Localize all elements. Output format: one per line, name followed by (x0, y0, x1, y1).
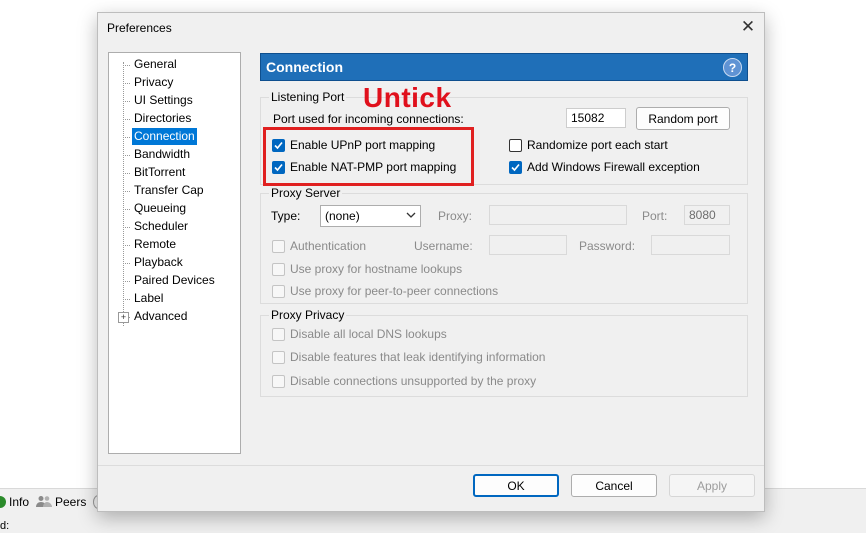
randomize-port-checkbox[interactable]: Randomize port each start (509, 138, 668, 152)
dialog-footer (98, 466, 764, 511)
checkmark-icon (509, 160, 522, 174)
tree-item-advanced[interactable]: Advanced (132, 308, 189, 325)
hostname-lookup-checkbox[interactable]: Use proxy for hostname lookups (272, 262, 462, 276)
tree-item-privacy[interactable]: Privacy (132, 74, 175, 91)
proxy-type-value: (none) (325, 209, 360, 223)
checkmark-icon (509, 138, 522, 152)
hostname-lookup-label: Use proxy for hostname lookups (290, 262, 463, 276)
disable-dns-label: Disable all local DNS lookups (290, 327, 447, 341)
tree-connector-line (123, 245, 130, 246)
password-label: Password: (579, 239, 636, 253)
proxy-port-input[interactable]: 8080 (684, 205, 730, 225)
tree-item-label[interactable]: Label (132, 290, 165, 307)
disable-leak-checkbox[interactable]: Disable features that leak identifying i… (272, 350, 545, 364)
listening-port-group-label: Listening Port (269, 90, 347, 104)
tree-connector-line (123, 281, 130, 282)
tree-item-bandwidth[interactable]: Bandwidth (132, 146, 192, 163)
tree-item-playback[interactable]: Playback (132, 254, 185, 271)
tree-item-scheduler[interactable]: Scheduler (132, 218, 190, 235)
tab-peers-label: Peers (55, 495, 87, 509)
authentication-checkbox[interactable]: Authentication (272, 239, 366, 253)
section-title: Connection (266, 59, 343, 75)
tree-connector-line (123, 263, 130, 264)
tree-item-directories[interactable]: Directories (132, 110, 193, 127)
proxy-host-label: Proxy: (438, 209, 473, 223)
tree-connector-line (123, 173, 130, 174)
tree-item-general[interactable]: General (132, 56, 179, 73)
tree-connector-line (123, 227, 130, 228)
info-icon (0, 496, 6, 508)
checkbox-box (272, 350, 285, 364)
tree-item-remote[interactable]: Remote (132, 236, 178, 253)
tree-connector-line (123, 101, 130, 102)
username-label: Username: (414, 239, 473, 253)
proxy-server-group-label: Proxy Server (269, 186, 343, 200)
disable-unsupported-checkbox[interactable]: Disable connections unsupported by the p… (272, 374, 536, 388)
proxy-type-select[interactable]: (none) (320, 205, 421, 227)
annotation-highlight-box (263, 127, 474, 186)
port-input[interactable]: 15082 (566, 108, 626, 128)
dialog-titlebar: Preferences ✕ (98, 13, 764, 43)
annotation-text: Untick (363, 82, 452, 113)
p2p-proxy-label: Use proxy for peer-to-peer connections (290, 284, 499, 298)
tree-connector-line (123, 65, 130, 66)
checkbox-box (272, 284, 285, 298)
tree-connector-line (123, 119, 130, 120)
proxy-privacy-group-label: Proxy Privacy (269, 308, 347, 322)
tree-item-queueing[interactable]: Queueing (132, 200, 188, 217)
status-text: d: (0, 520, 10, 532)
tree-item-ui-settings[interactable]: UI Settings (132, 92, 195, 109)
randomize-port-label: Randomize port each start (527, 138, 668, 152)
tab-peers[interactable]: Peers (36, 492, 105, 512)
tree-connector-line (123, 137, 130, 138)
proxy-host-input[interactable] (489, 205, 627, 225)
checkbox-box (272, 374, 285, 388)
tab-info-label: Info (9, 495, 30, 509)
disable-unsupported-label: Disable connections unsupported by the p… (290, 374, 537, 388)
p2p-proxy-checkbox[interactable]: Use proxy for peer-to-peer connections (272, 284, 498, 298)
tree-item-paired-devices[interactable]: Paired Devices (132, 272, 217, 289)
tree-connector-line (123, 209, 130, 210)
apply-button[interactable]: Apply (669, 474, 755, 497)
section-header: Connection ? (260, 53, 748, 81)
random-port-button[interactable]: Random port (636, 107, 730, 130)
dialog-title: Preferences (107, 21, 172, 35)
tree-connector-line (123, 299, 130, 300)
checkbox-box (272, 239, 285, 253)
authentication-label: Authentication (290, 239, 367, 253)
category-tree: General Privacy UI Settings Directories Conn… (108, 52, 241, 454)
port-label: Port used for incoming connections: (273, 112, 464, 126)
tree-item-connection[interactable]: Connection (132, 128, 197, 145)
proxy-type-label: Type: (271, 209, 301, 223)
peers-icon (36, 495, 52, 510)
firewall-checkbox[interactable]: Add Windows Firewall exception (509, 160, 700, 174)
tree-item-bittorrent[interactable]: BitTorrent (132, 164, 187, 181)
proxy-port-label: Port: (642, 209, 668, 223)
chevron-down-icon (406, 209, 416, 224)
tree-connector-line (123, 155, 130, 156)
checkbox-box (272, 327, 285, 341)
disable-dns-checkbox[interactable]: Disable all local DNS lookups (272, 327, 447, 341)
tree-item-transfer-cap[interactable]: Transfer Cap (132, 182, 206, 199)
help-icon[interactable]: ? (723, 58, 742, 77)
tree-connector-line (123, 83, 130, 84)
firewall-label: Add Windows Firewall exception (527, 160, 700, 174)
tree-connector-line (123, 191, 130, 192)
expand-plus-icon[interactable]: + (118, 312, 129, 323)
password-input[interactable] (651, 235, 730, 255)
disable-leak-label: Disable features that leak identifying i… (290, 350, 546, 364)
checkbox-box (272, 262, 285, 276)
close-icon[interactable]: ✕ (736, 16, 760, 38)
ok-button[interactable]: OK (473, 474, 559, 497)
username-input[interactable] (489, 235, 567, 255)
tab-info[interactable]: Info (0, 492, 29, 512)
cancel-button[interactable]: Cancel (571, 474, 657, 497)
